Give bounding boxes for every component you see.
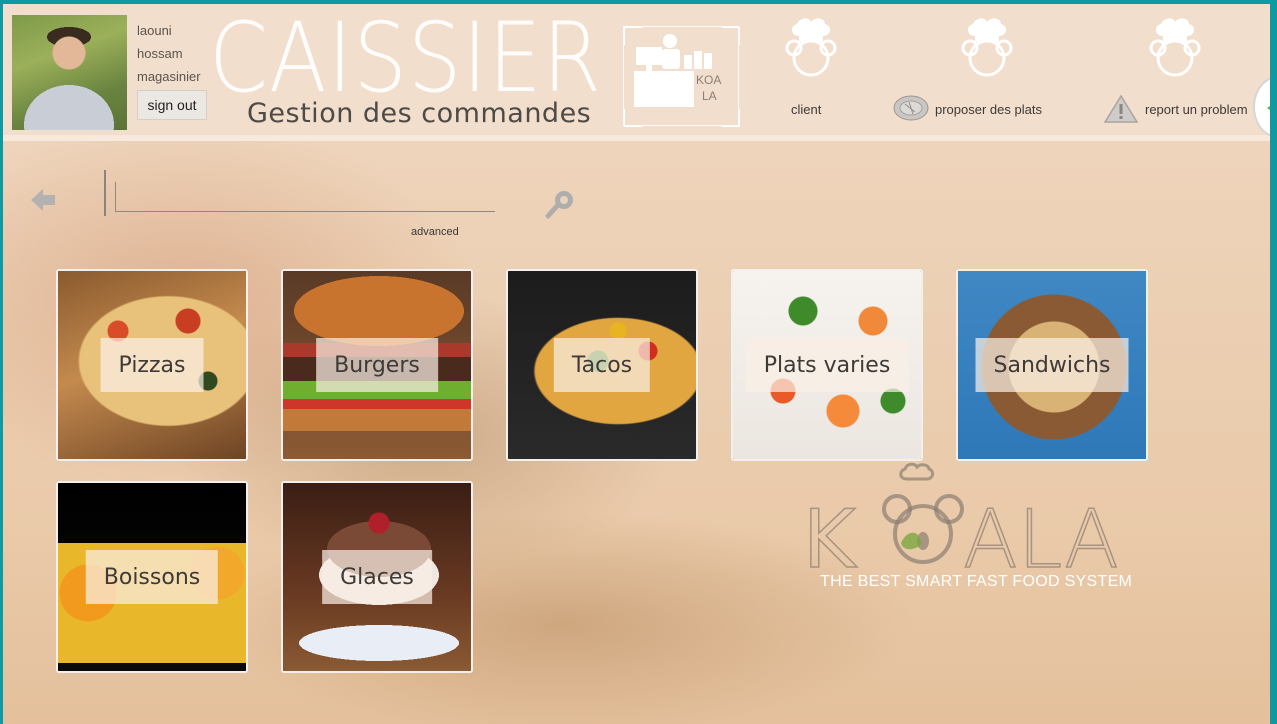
svg-text:K: K [803,493,858,571]
search-caret [104,170,106,216]
cashier-logo: KOA LA [623,26,740,127]
category-tile-boissons[interactable]: Boissons [56,481,248,673]
search-input[interactable] [115,182,495,212]
category-tile-tacos[interactable]: Tacos [506,269,698,461]
app-window: laouni hossam magasinier sign out CAISSI… [3,4,1270,724]
user-last-name: hossam [137,46,183,61]
logo-text-la: LA [702,89,717,103]
category-label: Glaces [322,550,432,604]
nav-client-link[interactable]: client [791,102,821,117]
logo-text-koa: KOA [696,73,722,87]
tagline: THE BEST SMART FAST FOOD SYSTEM [820,573,1133,590]
back-arrow-icon[interactable] [29,186,57,214]
sign-out-button[interactable]: sign out [137,90,207,120]
search-icon[interactable] [544,188,578,222]
chef-icon-propose[interactable] [961,16,1013,78]
chef-icon-client[interactable] [785,16,837,78]
category-tile-glaces[interactable]: Glaces [281,481,473,673]
warning-icon [1103,94,1139,123]
avatar [12,15,127,130]
header-divider [3,135,1270,141]
category-label: Pizzas [100,338,204,392]
app-title: CAISSIER [209,4,602,114]
koala-logo: K ALA [803,462,1120,571]
nav-propose-link[interactable]: proposer des plats [935,102,1042,117]
category-label: Boissons [85,550,219,604]
category-label: Plats varies [745,338,909,392]
category-tile-sandwichs[interactable]: Sandwichs [956,269,1148,461]
nav-report-link[interactable]: report un problem [1145,102,1248,117]
plate-icon [893,95,929,121]
category-tile-pizzas[interactable]: Pizzas [56,269,248,461]
user-role: magasinier [137,69,201,84]
category-label: Burgers [316,338,438,392]
category-tile-plats-varies[interactable]: Plats varies [731,269,923,461]
svg-text:ALA: ALA [963,493,1119,571]
user-first-name: laouni [137,23,172,38]
arrow-left-icon [1267,100,1270,116]
category-label: Tacos [553,338,651,392]
advanced-search-link[interactable]: advanced [411,226,459,238]
app-subtitle: Gestion des commandes [247,98,592,129]
cashier-desk-icon [624,27,740,127]
chef-icon-report[interactable] [1149,16,1201,78]
category-label: Sandwichs [975,338,1129,392]
category-tile-burgers[interactable]: Burgers [281,269,473,461]
